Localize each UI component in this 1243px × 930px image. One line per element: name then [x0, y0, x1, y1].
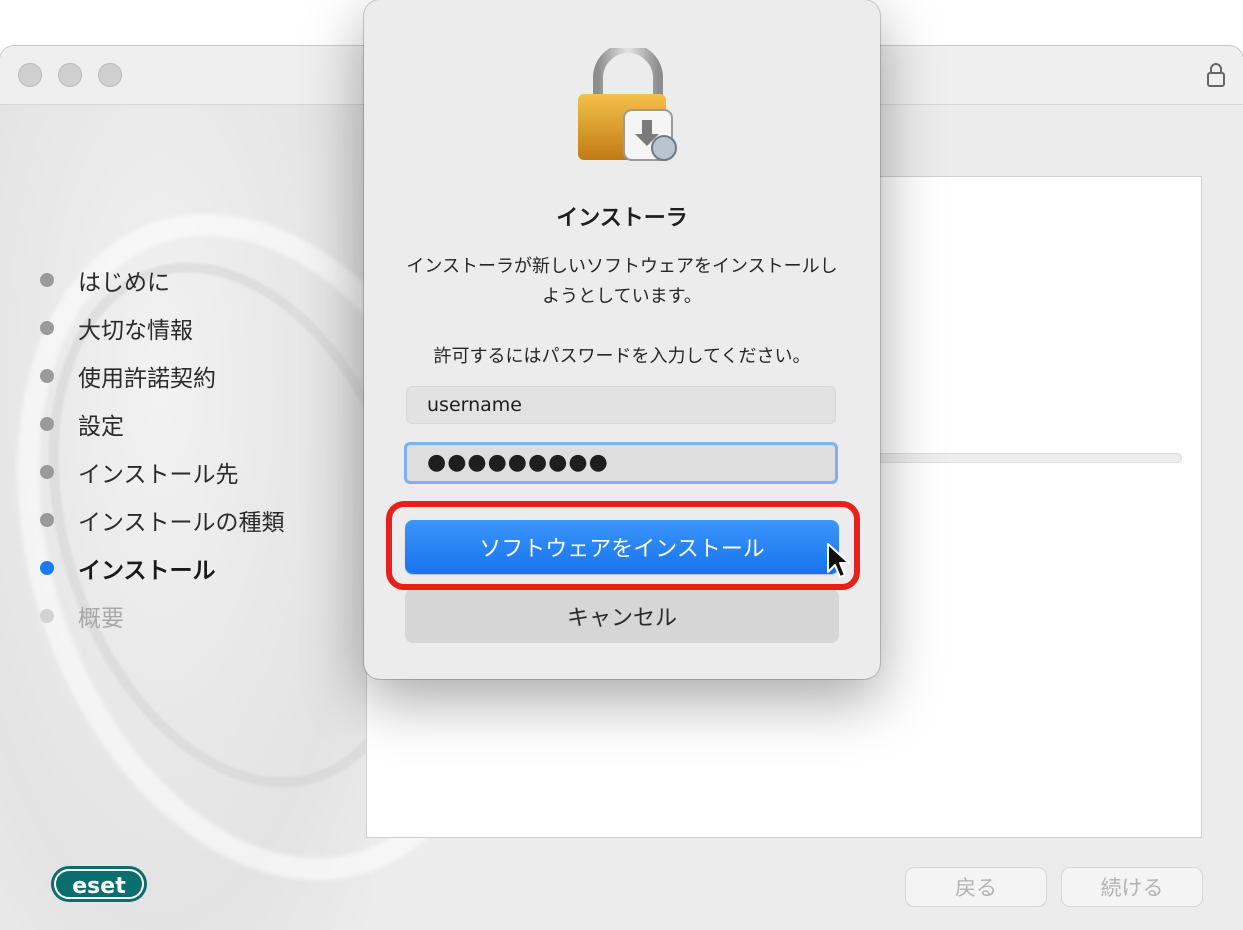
step-label: 大切な情報 [78, 318, 193, 344]
cancel-button[interactable]: キャンセル [405, 589, 839, 643]
step-item-current: インストール [40, 544, 285, 592]
step-dot [40, 321, 54, 335]
step-item: はじめに [40, 256, 285, 304]
step-dot [40, 369, 54, 383]
password-field[interactable]: ●●●●●●●●● [404, 442, 838, 484]
step-label: はじめに [78, 270, 170, 296]
step-dot [40, 513, 54, 527]
step-item: 概要 [40, 592, 285, 640]
step-item: 大切な情報 [40, 304, 285, 352]
dialog-message: インストーラが新しいソフトウェアをインストールしようとしています。 [406, 256, 838, 307]
step-label: インストール先 [78, 462, 239, 488]
step-dot [40, 273, 54, 287]
step-label: 設定 [78, 414, 124, 440]
padlock-installer-icon [578, 48, 677, 161]
dialog-title: インストーラ [556, 206, 688, 231]
back-button[interactable]: 戻る [906, 868, 1046, 906]
minimize-window-button[interactable] [58, 63, 82, 87]
step-dot [40, 609, 54, 623]
eset-logo-text: eset [72, 874, 126, 899]
step-label: インストールの種類 [78, 510, 285, 536]
mouse-cursor-icon [827, 543, 850, 578]
step-item: インストール先 [40, 448, 285, 496]
highlight-annotation [386, 501, 860, 590]
step-item: インストールの種類 [40, 496, 285, 544]
close-window-button[interactable] [18, 63, 42, 87]
step-item: 使用許諾契約 [40, 352, 285, 400]
eset-logo: eset [51, 866, 147, 902]
step-list: はじめに 大切な情報 使用許諾契約 設定 インストール先 インストールの種類 イ… [40, 256, 285, 640]
username-field[interactable]: username [406, 386, 836, 424]
lock-icon[interactable] [1205, 62, 1227, 88]
step-label: 使用許諾契約 [78, 366, 216, 392]
step-item: 設定 [40, 400, 285, 448]
step-dot [40, 417, 54, 431]
step-label: インストール [78, 558, 216, 584]
continue-button[interactable]: 続ける [1062, 868, 1202, 906]
install-progress-bar [877, 453, 1182, 463]
step-dot [40, 465, 54, 479]
step-label: 概要 [78, 606, 124, 632]
step-dot [40, 561, 54, 575]
dialog-prompt: 許可するにはパスワードを入力してください。 [433, 346, 811, 367]
zoom-window-button[interactable] [98, 63, 122, 87]
